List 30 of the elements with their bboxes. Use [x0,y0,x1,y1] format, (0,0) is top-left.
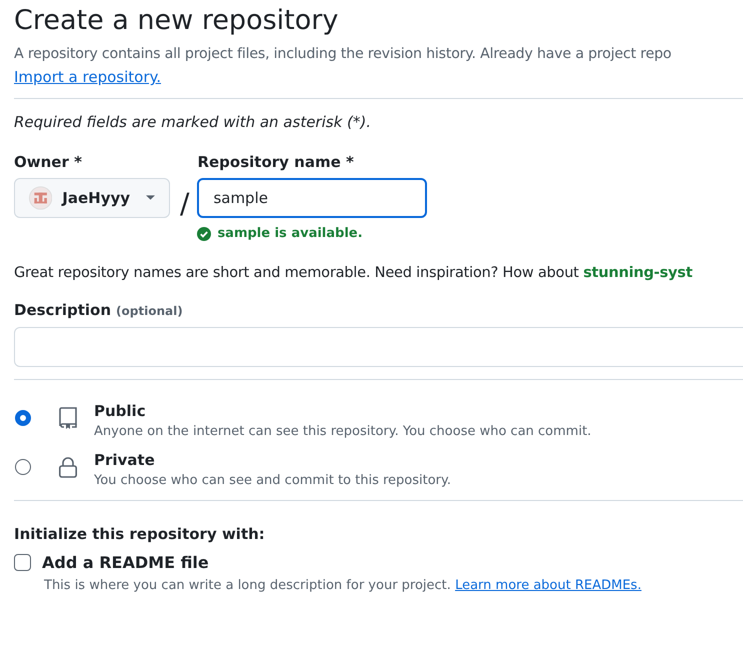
required-note: Required fields are marked with an asterisk (*). [14,113,372,131]
readme-description: This is where you can write a long description for your project. Learn more about READMEs. [44,578,642,593]
visibility-description: Anyone on the internet can see this repository. You choose who can commit. [94,424,592,439]
avatar-icon [29,185,52,211]
lock-icon [56,455,80,479]
intro-text: A repository contains all project files, including the revision history. Already have a project repo [14,46,672,62]
repository-name-field[interactable]: sample [197,178,428,218]
path-separator: / [180,187,190,220]
radio-button[interactable] [15,410,31,426]
readme-learn-more-link[interactable]: Learn more about READMEs. [455,578,642,593]
owner-label: Owner * [14,153,83,171]
description-label: Description [14,301,112,319]
readme-option-label: Add a README file [42,553,209,572]
owner-dropdown[interactable]: JaeHyyy [14,178,170,218]
visibility-label: Private [94,451,156,469]
radio-button[interactable] [15,459,31,475]
caret-icon [146,195,155,201]
checkbox[interactable] [14,554,31,571]
book-icon [56,406,80,430]
description-field[interactable] [14,327,743,367]
initialize-heading: Initialize this repository with: [14,525,266,543]
repository-name-label: Repository name * [197,153,355,171]
page-title: Create a new repository [14,4,340,38]
check-circle-icon [197,226,212,240]
availability-message: sample is available. [217,226,363,241]
optional-hint: (optional) [116,304,183,318]
visibility-description: You choose who can see and commit to this repository. [94,473,451,488]
suggestion-text: Great repository names are short and memorable. Need inspiration? How about stunning-syst [14,265,694,281]
visibility-label: Public [94,402,147,420]
import-link[interactable]: Import a repository. [14,68,161,86]
